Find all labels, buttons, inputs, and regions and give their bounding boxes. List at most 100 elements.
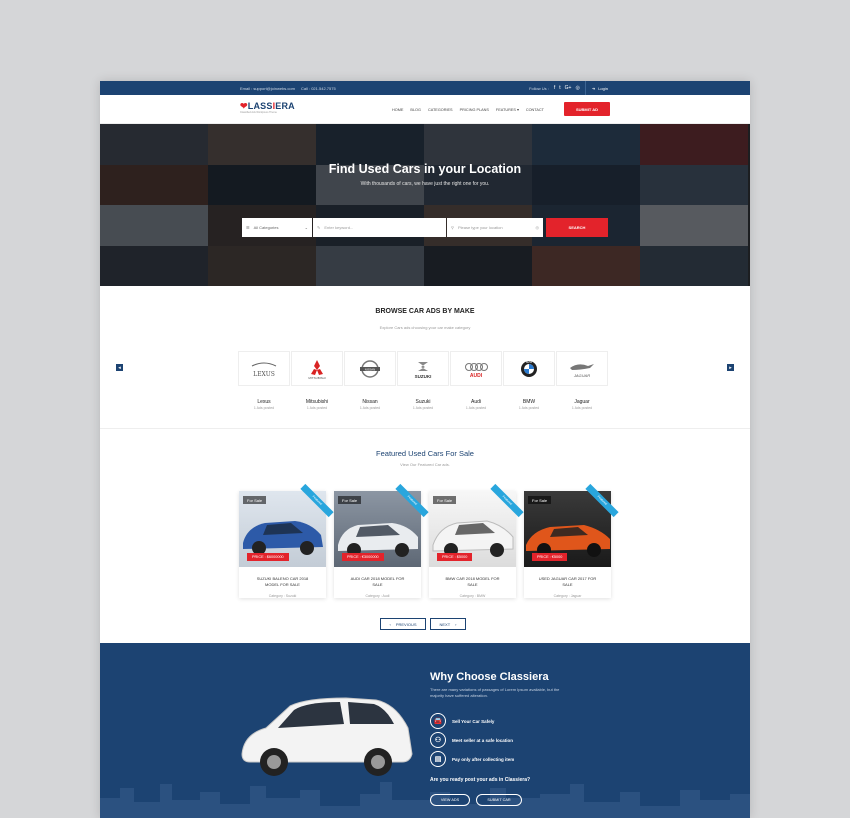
- nav-pricing-plans[interactable]: Pricing Plans: [460, 108, 489, 112]
- pagination: ‹ PREVIOUS NEXT ›: [380, 618, 466, 630]
- price-tag: PRICE : $6000000: [247, 553, 289, 561]
- hero-subtitle: With thousands of cars, we have just the…: [360, 181, 490, 187]
- location-input[interactable]: ⚲ Please type your location ◎: [447, 218, 543, 237]
- svg-text:LEXUS: LEXUS: [253, 371, 275, 378]
- car-title[interactable]: SUZUKI BALENO CAR 2018 MODEL FOR SALE: [239, 576, 326, 588]
- car-category[interactable]: Category : BMW: [429, 594, 516, 598]
- svg-text:SUZUKI: SUZUKI: [415, 374, 432, 379]
- make-suzuki[interactable]: SUZUKI Suzuki 1 Ads posted: [397, 351, 449, 410]
- car-category[interactable]: Category : Jaguar: [524, 594, 611, 598]
- nav-home[interactable]: Home: [392, 108, 403, 112]
- location-placeholder: Please type your location: [457, 225, 503, 230]
- make-count: 1 Ads posted: [306, 406, 328, 410]
- makes-next-arrow[interactable]: ▸: [727, 364, 734, 371]
- nissan-logo-icon: NISSAN: [360, 359, 380, 378]
- car-title[interactable]: USED JAGUAR CAR 2017 FOR SALE: [524, 576, 611, 588]
- svg-text:AUDI: AUDI: [470, 373, 483, 379]
- nav-blog[interactable]: Blog: [410, 108, 421, 112]
- car-card[interactable]: For Sale Featured PRICE : €5000 USED JAG…: [524, 483, 619, 598]
- make-count: 1 Ads posted: [253, 406, 275, 410]
- audi-logo-icon: AUDI: [465, 362, 488, 379]
- login-link[interactable]: ➜ Login: [584, 81, 608, 95]
- submit-car-button[interactable]: SUBMIT CAR: [476, 794, 522, 806]
- price-tag: PRICE : €3000000: [342, 553, 384, 561]
- price-tag: PRICE : €5000: [532, 553, 568, 561]
- facebook-icon[interactable]: f: [554, 85, 555, 91]
- website-page: Email : support@joinwebs.com Call : 021.…: [100, 81, 750, 818]
- make-lexus[interactable]: LEXUS Lexus 1 Ads posted: [238, 351, 290, 410]
- follow-label: Follow Us :: [529, 85, 549, 91]
- logo-tagline: Classified Ads Wordpress Theme: [240, 111, 277, 114]
- locate-icon[interactable]: ◎: [536, 225, 540, 230]
- hero-banner: Find Used Cars in your Location With tho…: [100, 124, 750, 286]
- top-bar: Email : support@joinwebs.com Call : 021.…: [100, 81, 750, 95]
- makes-prev-arrow[interactable]: ◂: [116, 364, 123, 371]
- for-sale-badge: For Sale: [433, 496, 457, 504]
- make-count: 1 Ads posted: [359, 406, 381, 410]
- category-select[interactable]: ☰ All Categories ⌄: [242, 218, 312, 237]
- svg-text:JAGUAR: JAGUAR: [573, 373, 590, 378]
- logo-heart: ❤: [240, 101, 248, 111]
- hero-title: Find Used Cars in your Location: [328, 162, 522, 176]
- city-skyline-icon: [100, 782, 750, 818]
- section-divider: [100, 428, 750, 429]
- make-audi[interactable]: AUDI Audi 1 Ads posted: [450, 351, 502, 410]
- next-button[interactable]: NEXT ›: [430, 618, 466, 630]
- makes-title: BROWSE CAR ADS BY MAKE: [375, 308, 475, 315]
- car-card[interactable]: For Sale Featured PRICE : €3000000 AUDI …: [334, 483, 429, 598]
- contact-email[interactable]: Email : support@joinwebs.com: [240, 86, 295, 91]
- nav-categories[interactable]: Categories: [428, 108, 453, 112]
- feature-sell-safely: 🚘 Sell Your Car Safely: [430, 713, 494, 729]
- car-icon: 🚘: [430, 713, 446, 729]
- svg-text:MITSUBISHI: MITSUBISHI: [308, 376, 325, 380]
- contact-phone: Call : 021.542.7575: [300, 85, 336, 91]
- car-title[interactable]: AUDI CAR 2018 MODEL FOR SALE: [334, 576, 421, 588]
- car-card[interactable]: For Sale Featured PRICE : $5000 BMW CAR …: [429, 483, 524, 598]
- car-title[interactable]: BMW CAR 2018 MODEL FOR SALE: [429, 576, 516, 588]
- make-bmw[interactable]: BMW BMW 1 Ads posted: [503, 351, 555, 410]
- mitsubishi-logo-icon: MITSUBISHI: [308, 359, 326, 380]
- nav-contact[interactable]: Contact: [526, 108, 544, 112]
- site-header: ❤LASSIERA Classified Ads Wordpress Theme…: [100, 95, 750, 124]
- handshake-icon: ⚇: [430, 732, 446, 748]
- search-button[interactable]: SEARCH: [546, 218, 608, 237]
- list-icon: ☰: [246, 225, 250, 230]
- make-name: Jaguar: [574, 399, 590, 405]
- login-label: Login: [598, 85, 608, 91]
- instagram-icon[interactable]: ◎: [575, 85, 579, 91]
- twitter-icon[interactable]: t: [559, 85, 560, 91]
- car-category[interactable]: Category : Suzuki: [239, 594, 326, 598]
- pencil-icon: ✎: [317, 225, 321, 230]
- why-title: Why Choose Classiera: [430, 671, 549, 683]
- for-sale-badge: For Sale: [528, 496, 552, 504]
- make-jaguar[interactable]: JAGUAR Jaguar 1 Ads posted: [556, 351, 608, 410]
- location-pin-icon: ⚲: [451, 225, 454, 230]
- makes-subtitle: Explore Cars ads choosing your car make …: [379, 325, 471, 330]
- make-count: 1 Ads posted: [518, 406, 540, 410]
- suzuki-logo-icon: SUZUKI: [415, 361, 432, 379]
- featured-subtitle: View Our Featured Car ads.: [400, 462, 450, 467]
- lexus-logo-icon: LEXUS: [251, 362, 277, 378]
- why-question: Are you ready post your ads in Classiera…: [430, 777, 531, 783]
- nav-features[interactable]: Features ▾: [496, 107, 519, 112]
- site-logo[interactable]: ❤LASSIERA Classified Ads Wordpress Theme: [240, 102, 295, 115]
- bmw-logo-icon: BMW: [521, 360, 537, 377]
- keyword-input[interactable]: ✎ Enter keyword...: [313, 218, 446, 237]
- previous-button[interactable]: ‹ PREVIOUS: [380, 618, 426, 630]
- make-name: Suzuki: [415, 399, 431, 405]
- why-description: There are many variations of passages of…: [430, 687, 560, 698]
- car-card[interactable]: For Sale Featured PRICE : $6000000 SUZUK…: [239, 483, 334, 598]
- chevron-right-icon: ›: [455, 621, 457, 627]
- make-name: Audi: [470, 399, 481, 405]
- make-mitsubishi[interactable]: MITSUBISHI Mitsubishi 1 Ads posted: [291, 351, 343, 410]
- login-icon: ➜: [591, 85, 596, 91]
- car-category[interactable]: Category : Audi: [334, 594, 421, 598]
- make-nissan[interactable]: NISSAN Nissan 1 Ads posted: [344, 351, 396, 410]
- make-name: BMW: [522, 399, 536, 405]
- make-name: Lexus: [257, 399, 271, 405]
- submit-ad-button[interactable]: SUBMIT AD: [564, 102, 610, 116]
- for-sale-badge: For Sale: [243, 496, 267, 504]
- google-plus-icon[interactable]: G+: [565, 85, 572, 91]
- view-ads-button[interactable]: VIEW ADS: [430, 794, 470, 806]
- for-sale-badge: For Sale: [338, 496, 362, 504]
